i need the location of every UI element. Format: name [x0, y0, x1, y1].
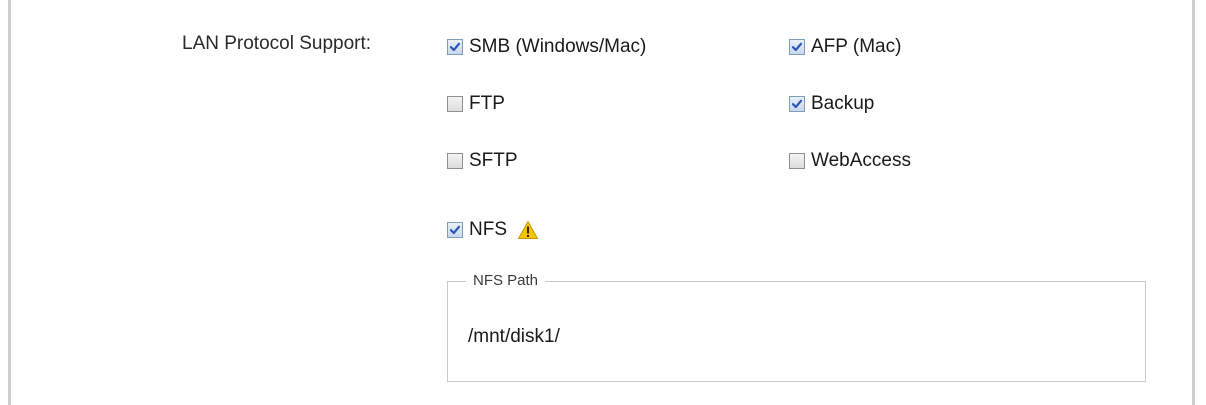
panel-border-left — [8, 0, 11, 405]
check-mark-icon — [791, 42, 803, 52]
webaccess-checkbox[interactable] — [789, 153, 805, 169]
nfs-checkbox-row[interactable]: NFS — [447, 219, 539, 241]
sftp-label: SFTP — [469, 150, 518, 171]
panel-border-right — [1192, 0, 1195, 405]
ftp-checkbox[interactable] — [447, 96, 463, 112]
check-mark-icon — [449, 225, 461, 235]
smb-checkbox-row[interactable]: SMB (Windows/Mac) — [447, 36, 646, 58]
sftp-checkbox[interactable] — [447, 153, 463, 169]
nfs-checkbox[interactable] — [447, 222, 463, 238]
webaccess-checkbox-row[interactable]: WebAccess — [789, 150, 911, 172]
afp-checkbox[interactable] — [789, 39, 805, 55]
nfs-path-legend: NFS Path — [466, 272, 546, 289]
afp-checkbox-row[interactable]: AFP (Mac) — [789, 36, 901, 58]
smb-checkbox[interactable] — [447, 39, 463, 55]
afp-label: AFP (Mac) — [811, 36, 902, 57]
backup-checkbox[interactable] — [789, 96, 805, 112]
check-mark-icon — [791, 99, 803, 109]
nfs-path-value[interactable]: /mnt/disk1/ — [468, 326, 560, 348]
check-mark-icon — [449, 42, 461, 52]
webaccess-label: WebAccess — [811, 150, 911, 171]
sftp-checkbox-row[interactable]: SFTP — [447, 150, 518, 172]
ftp-label: FTP — [469, 93, 505, 114]
settings-panel: LAN Protocol Support: SMB (Windows/Mac) … — [0, 0, 1206, 405]
backup-label: Backup — [811, 93, 875, 114]
lan-protocol-label: LAN Protocol Support: — [182, 33, 372, 54]
smb-label: SMB (Windows/Mac) — [469, 36, 647, 57]
backup-checkbox-row[interactable]: Backup — [789, 93, 874, 115]
ftp-checkbox-row[interactable]: FTP — [447, 93, 505, 115]
warning-icon[interactable] — [517, 220, 539, 240]
nfs-label: NFS — [469, 219, 507, 240]
nfs-path-group: NFS Path /mnt/disk1/ — [447, 272, 1146, 382]
